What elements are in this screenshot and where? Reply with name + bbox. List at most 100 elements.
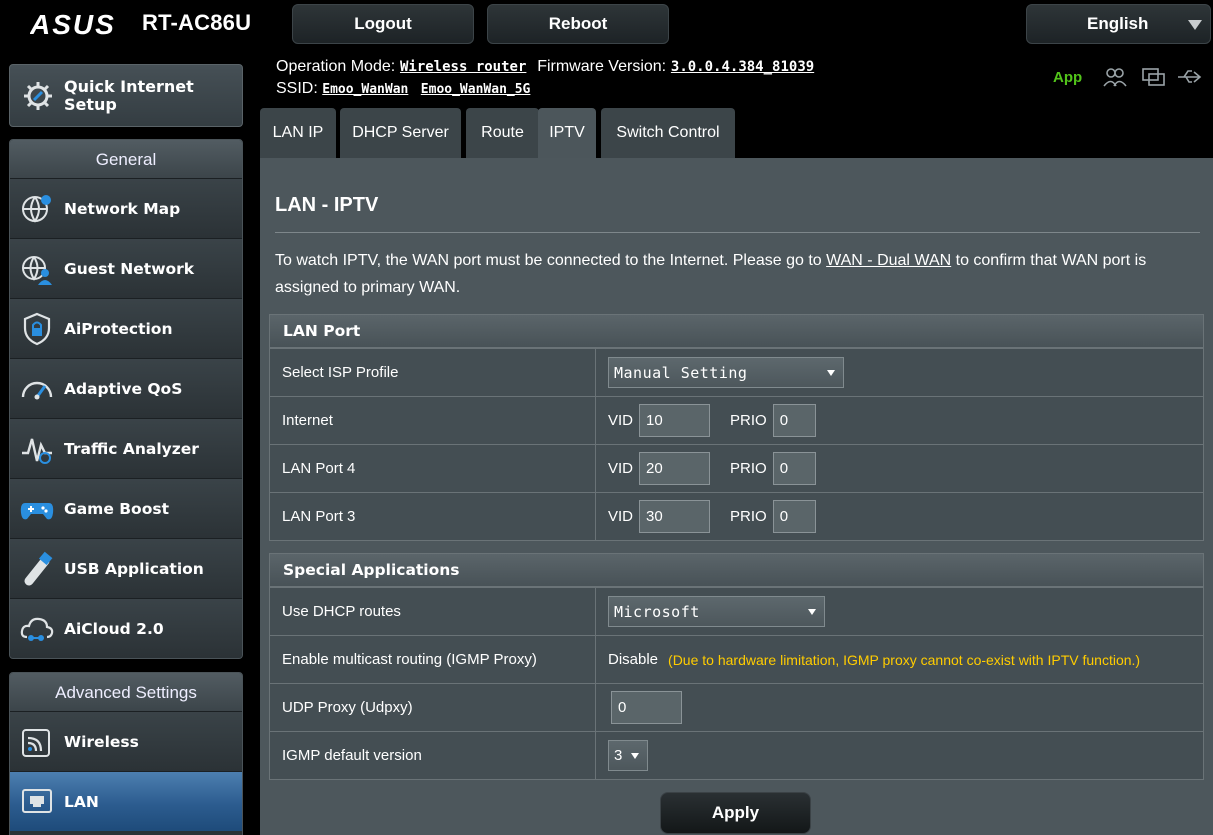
- table-row: Select ISP Profile Manual Setting: [270, 348, 1203, 396]
- table-row: LAN Port 4 VID 20 PRIO 0: [270, 444, 1203, 492]
- igmp-proxy-label: Enable multicast routing (IGMP Proxy): [270, 636, 596, 683]
- wireless-icon: [22, 728, 50, 757]
- sidebar-item-network-map[interactable]: Network Map: [10, 178, 242, 238]
- network-map-icon: [22, 194, 51, 223]
- chevron-down-icon: [808, 609, 816, 615]
- sidebar-item-wireless[interactable]: Wireless: [10, 711, 242, 771]
- qis-label-line2: Setup: [64, 94, 117, 114]
- router-model: RT-AC86U: [142, 10, 252, 35]
- igmp-proxy-value: Disable: [608, 651, 659, 668]
- clients-icon[interactable]: [1102, 66, 1128, 88]
- language-select[interactable]: English: [1026, 4, 1211, 44]
- prio-label: PRIO: [730, 508, 767, 525]
- quick-setup-icon: [24, 81, 52, 110]
- tab-switch-control[interactable]: Switch Control: [601, 108, 735, 158]
- gamepad-icon: [20, 502, 54, 519]
- udpxy-label: UDP Proxy (Udpxy): [270, 684, 596, 731]
- quick-internet-setup-button[interactable]: Quick Internet Setup: [9, 64, 243, 127]
- language-label: English: [1087, 14, 1149, 33]
- ssid-line: SSID: Emoo_WanWan Emoo_WanWan_5G: [276, 80, 530, 98]
- special-applications-header: Special Applications: [270, 554, 1203, 587]
- isp-profile-label: Select ISP Profile: [270, 349, 596, 396]
- lan-port-3-vid-input[interactable]: 30: [639, 500, 711, 533]
- chevron-down-icon: [1188, 20, 1202, 30]
- op-mode-link[interactable]: Wireless router: [400, 59, 526, 75]
- table-row: Enable multicast routing (IGMP Proxy) Di…: [270, 635, 1203, 683]
- usb-status-icon[interactable]: [1176, 66, 1202, 88]
- sidebar-item-aiprotection[interactable]: AiProtection: [10, 298, 242, 358]
- sidebar-item-usb-application[interactable]: USB Application: [10, 538, 242, 598]
- table-row: Internet VID 10 PRIO 0: [270, 396, 1203, 444]
- sidebar-item-label: AiCloud 2.0: [64, 619, 164, 638]
- table-row: IGMP default version 3: [270, 731, 1203, 779]
- lan-port-header: LAN Port: [270, 315, 1203, 348]
- internet-label: Internet: [270, 397, 596, 444]
- op-mode-label: Operation Mode:: [276, 58, 396, 75]
- internet-vid-input[interactable]: 10: [639, 404, 711, 437]
- cloud-icon: [20, 617, 54, 641]
- ssid-link-1[interactable]: Emoo_WanWan: [322, 82, 408, 97]
- sidebar-item-label: Adaptive QoS: [64, 379, 183, 398]
- sidebar-item-aicloud[interactable]: AiCloud 2.0: [10, 598, 242, 658]
- sidebar-item-label: AiProtection: [64, 319, 173, 338]
- prio-label: PRIO: [730, 460, 767, 477]
- internet-prio-input[interactable]: 0: [772, 404, 816, 437]
- tab-iptv[interactable]: IPTV: [538, 108, 596, 158]
- main-panel: LAN - IPTV To watch IPTV, the WAN port m…: [260, 158, 1213, 835]
- usb-icon: [24, 551, 53, 585]
- asus-logo: ASUS: [30, 10, 116, 38]
- general-menu: General Network Map Guest Network AiProt…: [9, 139, 243, 659]
- sidebar-item-game-boost[interactable]: Game Boost: [10, 478, 242, 538]
- tab-route[interactable]: Route: [466, 108, 539, 158]
- apply-button[interactable]: Apply: [660, 792, 811, 834]
- sidebar-item-traffic-analyzer[interactable]: Traffic Analyzer: [10, 418, 242, 478]
- sidebar-item-label: Game Boost: [64, 499, 169, 518]
- vid-label: VID: [608, 508, 634, 525]
- page-title: LAN - IPTV: [275, 194, 379, 216]
- advanced-menu: Advanced Settings Wireless LAN: [9, 672, 243, 835]
- logout-button[interactable]: Logout: [292, 4, 474, 44]
- udpxy-input[interactable]: 0: [611, 691, 682, 724]
- sidebar-item-label: Network Map: [64, 199, 181, 218]
- tab-dhcp-server[interactable]: DHCP Server: [340, 108, 461, 158]
- reboot-button[interactable]: Reboot: [487, 4, 669, 44]
- ssid-link-2[interactable]: Emoo_WanWan_5G: [421, 82, 531, 97]
- guest-network-icon: [22, 255, 52, 285]
- prio-label: PRIO: [730, 412, 767, 429]
- vid-label: VID: [608, 412, 634, 429]
- firmware-link[interactable]: 3.0.0.4.384_81039: [671, 59, 814, 75]
- tab-lan-ip[interactable]: LAN IP: [260, 108, 336, 158]
- description-text-1: To watch IPTV, the WAN port must be conn…: [275, 252, 827, 269]
- igmp-warning-text: (Due to hardware limitation, IGMP proxy …: [668, 651, 1141, 668]
- lan-port-3-prio-input[interactable]: 0: [772, 500, 816, 533]
- ssid-label: SSID:: [276, 80, 318, 97]
- app-link[interactable]: App: [1053, 69, 1082, 86]
- page-description: To watch IPTV, the WAN port must be conn…: [275, 247, 1195, 301]
- sidebar-item-label: Wireless: [64, 732, 139, 751]
- dhcp-routes-select[interactable]: Microsoft: [608, 596, 825, 627]
- table-row: UDP Proxy (Udpxy) 0: [270, 683, 1203, 731]
- table-row: Use DHCP routes Microsoft: [270, 587, 1203, 635]
- igmp-version-label: IGMP default version: [270, 732, 596, 779]
- special-applications-table: Special Applications Use DHCP routes Mic…: [269, 553, 1204, 780]
- shield-icon: [23, 312, 51, 345]
- advanced-title: Advanced Settings: [10, 673, 242, 711]
- igmp-version-value: 3: [614, 747, 623, 764]
- sidebar-item-lan[interactable]: LAN: [10, 771, 242, 831]
- sidebar-item-adaptive-qos[interactable]: Adaptive QoS: [10, 358, 242, 418]
- devices-icon[interactable]: [1140, 66, 1166, 88]
- igmp-version-select[interactable]: 3: [608, 740, 648, 771]
- lan-port-4-prio-input[interactable]: 0: [772, 452, 816, 485]
- lan-port-4-vid-input[interactable]: 20: [639, 452, 711, 485]
- lan-icon: [22, 788, 52, 813]
- operation-mode-line: Operation Mode: Wireless router Firmware…: [276, 57, 814, 76]
- sidebar-item-label: Guest Network: [64, 259, 195, 278]
- sidebar-item-label: LAN: [64, 792, 99, 811]
- svg-text:ASUS: ASUS: [30, 10, 116, 38]
- dhcp-routes-value: Microsoft: [614, 602, 700, 621]
- sidebar-item-label: USB Application: [64, 559, 204, 578]
- isp-profile-select[interactable]: Manual Setting: [608, 357, 844, 388]
- wan-dual-wan-link[interactable]: WAN - Dual WAN: [826, 252, 951, 269]
- title-divider: [275, 232, 1200, 233]
- sidebar-item-guest-network[interactable]: Guest Network: [10, 238, 242, 298]
